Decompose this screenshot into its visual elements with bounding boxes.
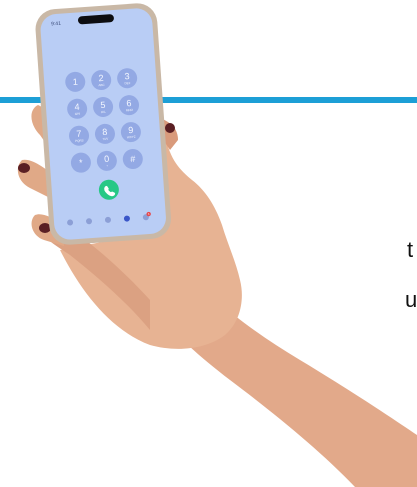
keypad-digit: 9 xyxy=(128,125,134,135)
keypad-letters: TUV xyxy=(102,137,108,141)
keypad-digit: 3 xyxy=(124,71,130,81)
keypad-letters: ABC xyxy=(98,83,105,87)
keypad-letters: JKL xyxy=(101,110,107,114)
keypad-letters: GHI xyxy=(75,112,81,116)
keypad-digit: # xyxy=(130,154,136,164)
fingernail-3 xyxy=(165,123,175,133)
keypad-digit: 8 xyxy=(102,127,108,137)
keypad-digit: 2 xyxy=(98,73,104,83)
keypad-digit: 4 xyxy=(74,102,80,112)
keypad-letters: MNO xyxy=(126,108,134,113)
phone-screen xyxy=(40,8,166,240)
status-time: 9:41 xyxy=(51,21,61,28)
keypad-letters: DEF xyxy=(124,81,130,85)
keypad-letters: PQRS xyxy=(75,138,84,143)
fingernail-1 xyxy=(18,163,30,173)
keypad-digit: 1 xyxy=(72,77,78,87)
hand-holding-phone-photo: 9:41 1 2ABC 3DEF 4GHI 5JKL 6MNO 7PQRS 8TUV 9WXYZ… xyxy=(17,3,417,487)
keypad-digit: 5 xyxy=(100,100,106,110)
keypad-letters: WXYZ xyxy=(127,135,136,140)
keypad-digit: 6 xyxy=(126,98,132,108)
keypad-digit: 7 xyxy=(76,129,82,139)
keypad-digit: 0 xyxy=(104,154,110,164)
